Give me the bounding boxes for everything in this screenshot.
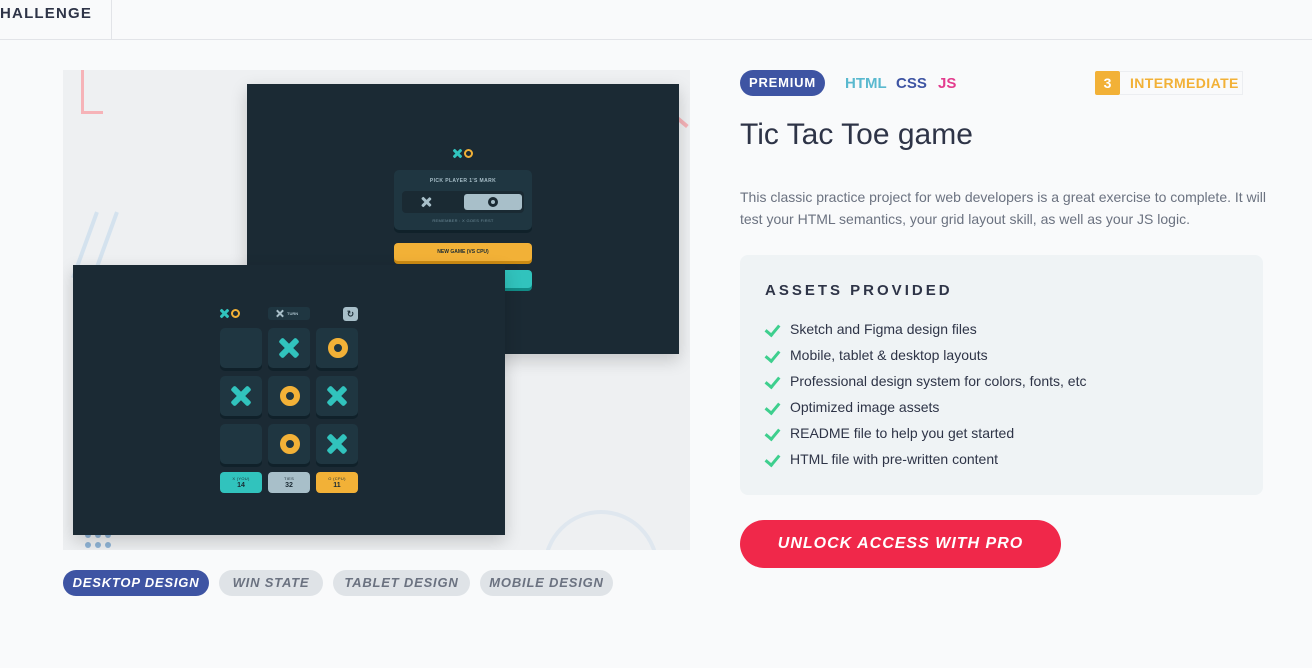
asset-item-label: HTML file with pre-written content <box>790 451 998 467</box>
pick-mark-title: PICK PLAYER 1'S MARK <box>429 178 497 184</box>
tab-mobile-design[interactable]: MOBILE DESIGN <box>480 570 613 596</box>
board-cell-o <box>268 376 310 416</box>
board-cell-empty <box>220 424 262 464</box>
difficulty-level: 3 <box>1095 71 1120 95</box>
score-ties-value: 32 <box>285 482 293 489</box>
assets-title: ASSETS PROVIDED <box>765 282 953 299</box>
language-tag-js: JS <box>938 75 957 92</box>
decoration-circle <box>543 510 659 550</box>
pick-mark-panel: PICK PLAYER 1'S MARK REMEMBER : X GOES F… <box>394 170 532 230</box>
pick-mark-note: REMEMBER : X GOES FIRST <box>432 218 494 223</box>
score-cpu-value: 11 <box>333 482 341 489</box>
o-mark-icon <box>464 149 473 158</box>
board-cell-x <box>268 328 310 368</box>
premium-badge: PREMIUM <box>740 70 825 96</box>
x-mark-icon <box>453 149 462 158</box>
score-you-value: 14 <box>237 482 245 489</box>
o-mark-icon <box>488 197 498 207</box>
score-ties-label: TIES <box>283 476 295 481</box>
tab-win-state[interactable]: WIN STATE <box>219 570 323 596</box>
tab-tablet-design[interactable]: TABLET DESIGN <box>333 570 470 596</box>
turn-label: TURN <box>287 311 299 316</box>
check-icon <box>765 347 781 363</box>
asset-item-label: README file to help you get started <box>790 425 1015 441</box>
breadcrumb[interactable]: HALLENGE <box>0 0 112 40</box>
asset-item-label: Sketch and Figma design files <box>790 321 977 337</box>
challenge-title: Tic Tac Toe game <box>740 118 973 151</box>
asset-item-label: Optimized image assets <box>790 399 940 415</box>
breadcrumb-label: HALLENGE <box>0 5 93 22</box>
x-mark-icon <box>220 309 229 318</box>
restart-icon: ↻ <box>343 307 358 321</box>
check-icon <box>765 425 781 441</box>
new-game-cpu-button: NEW GAME (VS CPU) <box>394 243 532 261</box>
x-mark-icon <box>420 196 432 208</box>
pick-o-selected <box>464 194 522 210</box>
difficulty-label: INTERMEDIATE <box>1120 71 1243 95</box>
board-cell-x <box>316 376 358 416</box>
pick-mark-toggle <box>402 191 524 213</box>
check-icon <box>765 373 781 389</box>
game-logo <box>453 149 473 158</box>
tab-desktop-design[interactable]: DESKTOP DESIGN <box>63 570 209 596</box>
o-mark-icon <box>231 309 240 318</box>
check-icon <box>765 451 781 467</box>
score-ties: TIES 32 <box>268 472 310 493</box>
decoration-corner <box>81 70 103 114</box>
turn-indicator: TURN <box>268 307 310 320</box>
board-cell-x <box>220 376 262 416</box>
language-tag-css: CSS <box>896 75 927 92</box>
asset-item-label: Mobile, tablet & desktop layouts <box>790 347 988 363</box>
design-preview: PICK PLAYER 1'S MARK REMEMBER : X GOES F… <box>63 70 690 550</box>
game-logo <box>220 309 240 318</box>
x-mark-icon <box>276 310 283 317</box>
board-cell-empty <box>220 328 262 368</box>
check-icon <box>765 399 781 415</box>
board-cell-o <box>268 424 310 464</box>
score-you: X (YOU) 14 <box>220 472 262 493</box>
score-cpu-label: O (CPU) <box>328 476 346 481</box>
asset-item-label: Professional design system for colors, f… <box>790 373 1087 389</box>
score-you-label: X (YOU) <box>232 476 250 481</box>
unlock-pro-button[interactable]: UNLOCK ACCESS WITH PRO <box>740 520 1061 568</box>
board-cell-o <box>316 328 358 368</box>
check-icon <box>765 321 781 337</box>
game-board <box>220 328 358 464</box>
top-bar: HALLENGE <box>0 0 1312 40</box>
assets-panel: ASSETS PROVIDED Sketch and Figma design … <box>740 255 1263 495</box>
score-cpu: O (CPU) 11 <box>316 472 358 493</box>
challenge-description: This classic practice project for web de… <box>740 189 1266 227</box>
preview-screen-game-board: TURN ↻ X (YOU) 14 TIES 32 O (CPU) 11 <box>73 265 505 535</box>
board-cell-x <box>316 424 358 464</box>
language-tag-html: HTML <box>845 75 887 92</box>
